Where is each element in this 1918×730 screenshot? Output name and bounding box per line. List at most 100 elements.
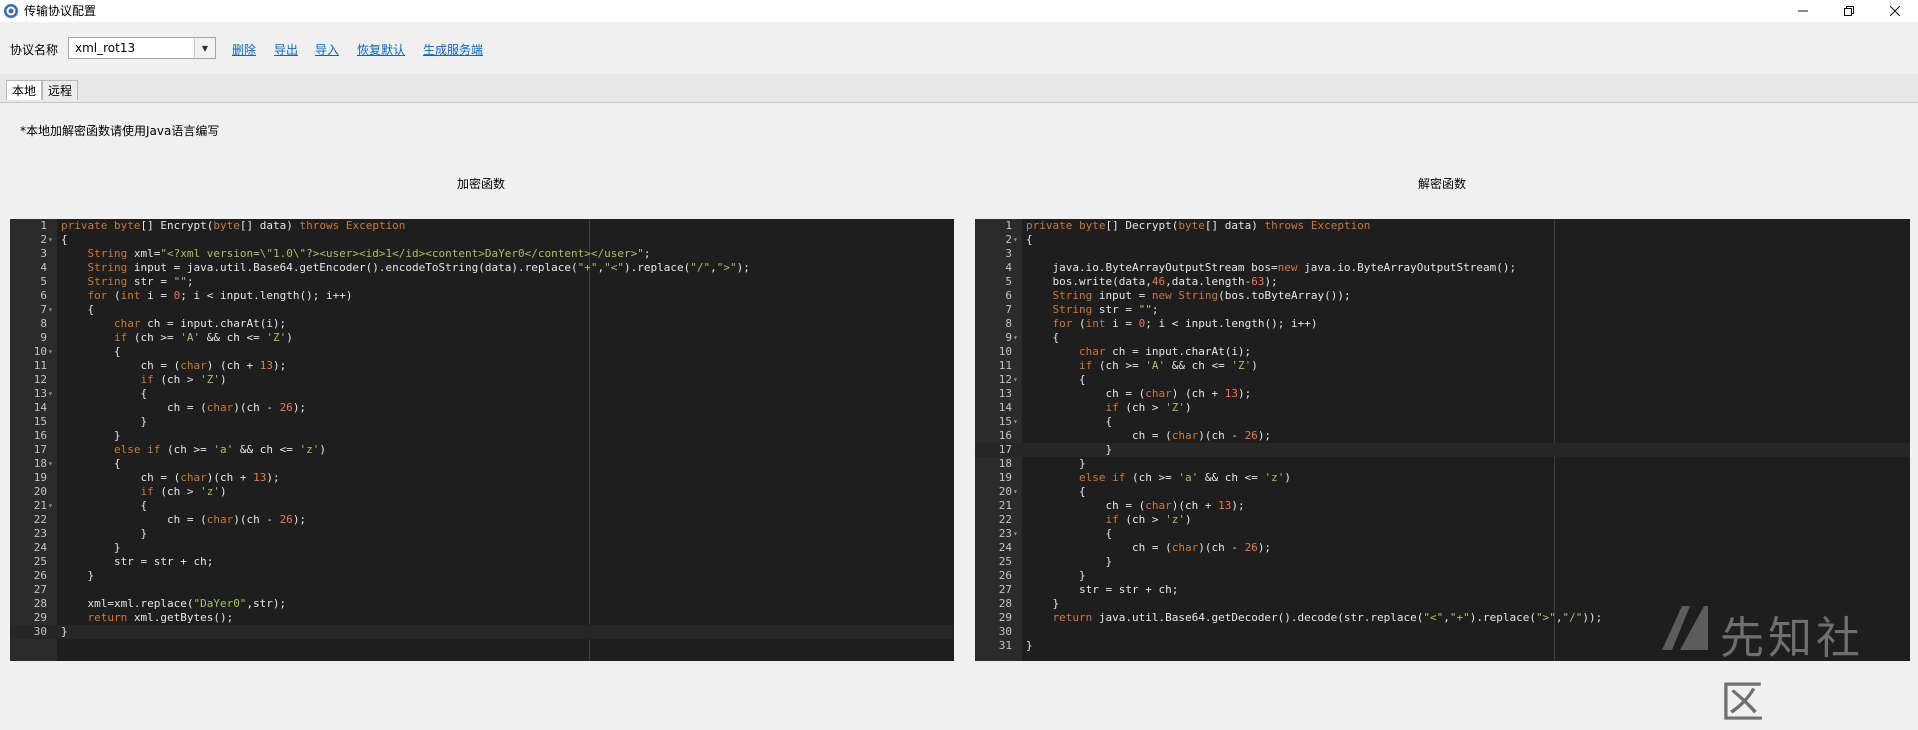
code-line[interactable]: 11 if (ch >= 'A' && ch <= 'Z') <box>975 359 1910 373</box>
protocol-name-label: 协议名称 <box>10 43 59 57</box>
fold-arrow-icon[interactable]: ▾ <box>1013 233 1021 247</box>
code-line[interactable]: 20 if (ch > 'z') <box>10 485 954 499</box>
code-line[interactable]: 22 ch = (char)(ch - 26); <box>10 513 954 527</box>
code-line[interactable]: 24 ch = (char)(ch - 26); <box>975 541 1910 555</box>
code-line[interactable]: 1 private byte[] Encrypt(byte[] data) thr… <box>10 219 954 233</box>
code-line[interactable]: 7 ▾ { <box>10 303 954 317</box>
code-line[interactable]: 5 bos.write(data,46,data.length-63); <box>975 275 1910 289</box>
code-line[interactable]: 12 ▾ { <box>975 373 1910 387</box>
fold-arrow-icon[interactable]: ▾ <box>1013 527 1021 541</box>
code-line[interactable]: 23 ▾ { <box>975 527 1910 541</box>
code-line[interactable]: 4 java.io.ByteArrayOutputStream bos=new … <box>975 261 1910 275</box>
fold-arrow-icon[interactable]: ▾ <box>48 233 56 247</box>
restore-default-link[interactable]: 恢复默认 <box>357 41 405 58</box>
code-line[interactable]: 21 ch = (char)(ch + 13); <box>975 499 1910 513</box>
fold-arrow-icon[interactable]: ▾ <box>48 345 56 359</box>
fold-arrow-icon[interactable]: ▾ <box>48 303 56 317</box>
code-text: { <box>61 499 148 512</box>
code-line[interactable]: 3 <box>975 247 1910 261</box>
code-line[interactable]: 27 str = str + ch; <box>975 583 1910 597</box>
code-text: } <box>61 541 121 554</box>
code-line[interactable]: 16 ch = (char)(ch - 26); <box>975 429 1910 443</box>
code-line[interactable]: 13 ▾ { <box>10 387 954 401</box>
protocol-name-combobox[interactable]: xml_rot13 ▼ <box>68 37 216 59</box>
code-line[interactable]: 9 if (ch >= 'A' && ch <= 'Z') <box>10 331 954 345</box>
code-text: if (ch > 'Z') <box>140 373 227 386</box>
code-line[interactable]: 23 } <box>10 527 954 541</box>
delete-link[interactable]: 删除 <box>232 41 256 58</box>
generate-server-link[interactable]: 生成服务端 <box>423 41 483 58</box>
code-line[interactable]: 8 char ch = input.charAt(i); <box>10 317 954 331</box>
code-text: ch = (char) (ch + 13); <box>1026 387 1252 400</box>
code-line[interactable]: 30} <box>10 625 954 639</box>
code-line[interactable]: 15 } <box>10 415 954 429</box>
fold-arrow-icon[interactable]: ▾ <box>48 499 56 513</box>
line-number: 20 <box>998 485 1012 498</box>
fold-arrow-icon[interactable]: ▾ <box>1013 331 1021 345</box>
close-button[interactable] <box>1872 0 1918 22</box>
line-number: 23 <box>33 527 47 540</box>
fold-arrow-icon[interactable]: ▾ <box>48 457 56 471</box>
code-line[interactable]: 9 ▾ { <box>975 331 1910 345</box>
code-line[interactable]: 8 for (int i = 0; i < input.length(); i+… <box>975 317 1910 331</box>
code-line[interactable]: 29 return xml.getBytes(); <box>10 611 954 625</box>
code-line[interactable]: 11 ch = (char) (ch + 13); <box>10 359 954 373</box>
code-line[interactable]: 20 ▾ { <box>975 485 1910 499</box>
code-line[interactable]: 1 private byte[] Decrypt(byte[] data) thr… <box>975 219 1910 233</box>
code-line[interactable]: 17 else if (ch >= 'a' && ch <= 'z') <box>10 443 954 457</box>
dropdown-arrow-icon[interactable]: ▼ <box>194 38 215 58</box>
fold-arrow-icon[interactable]: ▾ <box>1013 415 1021 429</box>
restore-button[interactable] <box>1826 0 1872 22</box>
code-line[interactable]: 19 ch = (char)(ch + 13); <box>10 471 954 485</box>
code-line[interactable]: 25 } <box>975 555 1910 569</box>
code-line[interactable]: 27 <box>10 583 954 597</box>
fold-arrow-icon[interactable]: ▾ <box>1013 485 1021 499</box>
code-line[interactable]: 6 for (int i = 0; i < input.length(); i+… <box>10 289 954 303</box>
fold-arrow-icon[interactable]: ▾ <box>48 387 56 401</box>
fold-arrow-icon[interactable]: ▾ <box>1013 373 1021 387</box>
code-line[interactable]: 13 ch = (char) (ch + 13); <box>975 387 1910 401</box>
line-number: 14 <box>33 401 47 414</box>
export-link[interactable]: 导出 <box>274 41 298 58</box>
code-line[interactable]: 14 if (ch > 'Z') <box>975 401 1910 415</box>
code-line[interactable]: 19 else if (ch >= 'a' && ch <= 'z') <box>975 471 1910 485</box>
code-line[interactable]: 14 ch = (char)(ch - 26); <box>10 401 954 415</box>
code-line[interactable]: 18 ▾ { <box>10 457 954 471</box>
code-line[interactable]: 2 ▾ { <box>975 233 1910 247</box>
import-link[interactable]: 导入 <box>315 41 339 58</box>
minimize-button[interactable] <box>1780 0 1826 22</box>
line-number: 25 <box>33 555 47 568</box>
code-text: { <box>1026 415 1113 428</box>
code-line[interactable]: 12 if (ch > 'Z') <box>10 373 954 387</box>
code-line[interactable]: 6 String input = new String(bos.toByteAr… <box>975 289 1910 303</box>
code-line[interactable]: 10 char ch = input.charAt(i); <box>975 345 1910 359</box>
encrypt-code[interactable]: 1 private byte[] Encrypt(byte[] data) thr… <box>10 219 954 639</box>
code-line[interactable]: 10 ▾ { <box>10 345 954 359</box>
code-line[interactable]: 22 if (ch > 'z') <box>975 513 1910 527</box>
line-number: 14 <box>998 401 1012 414</box>
tab-local[interactable]: 本地 <box>6 80 43 100</box>
code-line[interactable]: 21 ▾ { <box>10 499 954 513</box>
code-line[interactable]: 25 str = str + ch; <box>10 555 954 569</box>
code-line[interactable]: 28 xml=xml.replace("DaYer0",str); <box>10 597 954 611</box>
code-line[interactable]: 17 } <box>975 443 1910 457</box>
decrypt-code[interactable]: 1 private byte[] Decrypt(byte[] data) thr… <box>975 219 1910 653</box>
code-line[interactable]: 4 String input = java.util.Base64.getEnc… <box>10 261 954 275</box>
code-line[interactable]: 15 ▾ { <box>975 415 1910 429</box>
line-number: 18 <box>998 457 1012 470</box>
code-line[interactable]: 2 ▾ { <box>10 233 954 247</box>
code-line[interactable]: 3 String xml="<?xml version=\"1.0\"?><us… <box>10 247 954 261</box>
code-line[interactable]: 5 String str = ""; <box>10 275 954 289</box>
code-line[interactable]: 7 String str = ""; <box>975 303 1910 317</box>
line-number: 27 <box>33 583 47 596</box>
protocol-name-value[interactable]: xml_rot13 <box>75 41 135 55</box>
code-line[interactable]: 16 } <box>10 429 954 443</box>
code-line[interactable]: 26 } <box>975 569 1910 583</box>
decrypt-code-editor[interactable]: 1 private byte[] Decrypt(byte[] data) thr… <box>975 219 1910 661</box>
code-line[interactable]: 24 } <box>10 541 954 555</box>
code-line[interactable]: 26 } <box>10 569 954 583</box>
encrypt-code-editor[interactable]: 1 private byte[] Encrypt(byte[] data) thr… <box>10 219 954 661</box>
code-line[interactable]: 18 } <box>975 457 1910 471</box>
code-text: String str = ""; <box>1052 303 1159 316</box>
tab-remote[interactable]: 远程 <box>42 80 79 100</box>
